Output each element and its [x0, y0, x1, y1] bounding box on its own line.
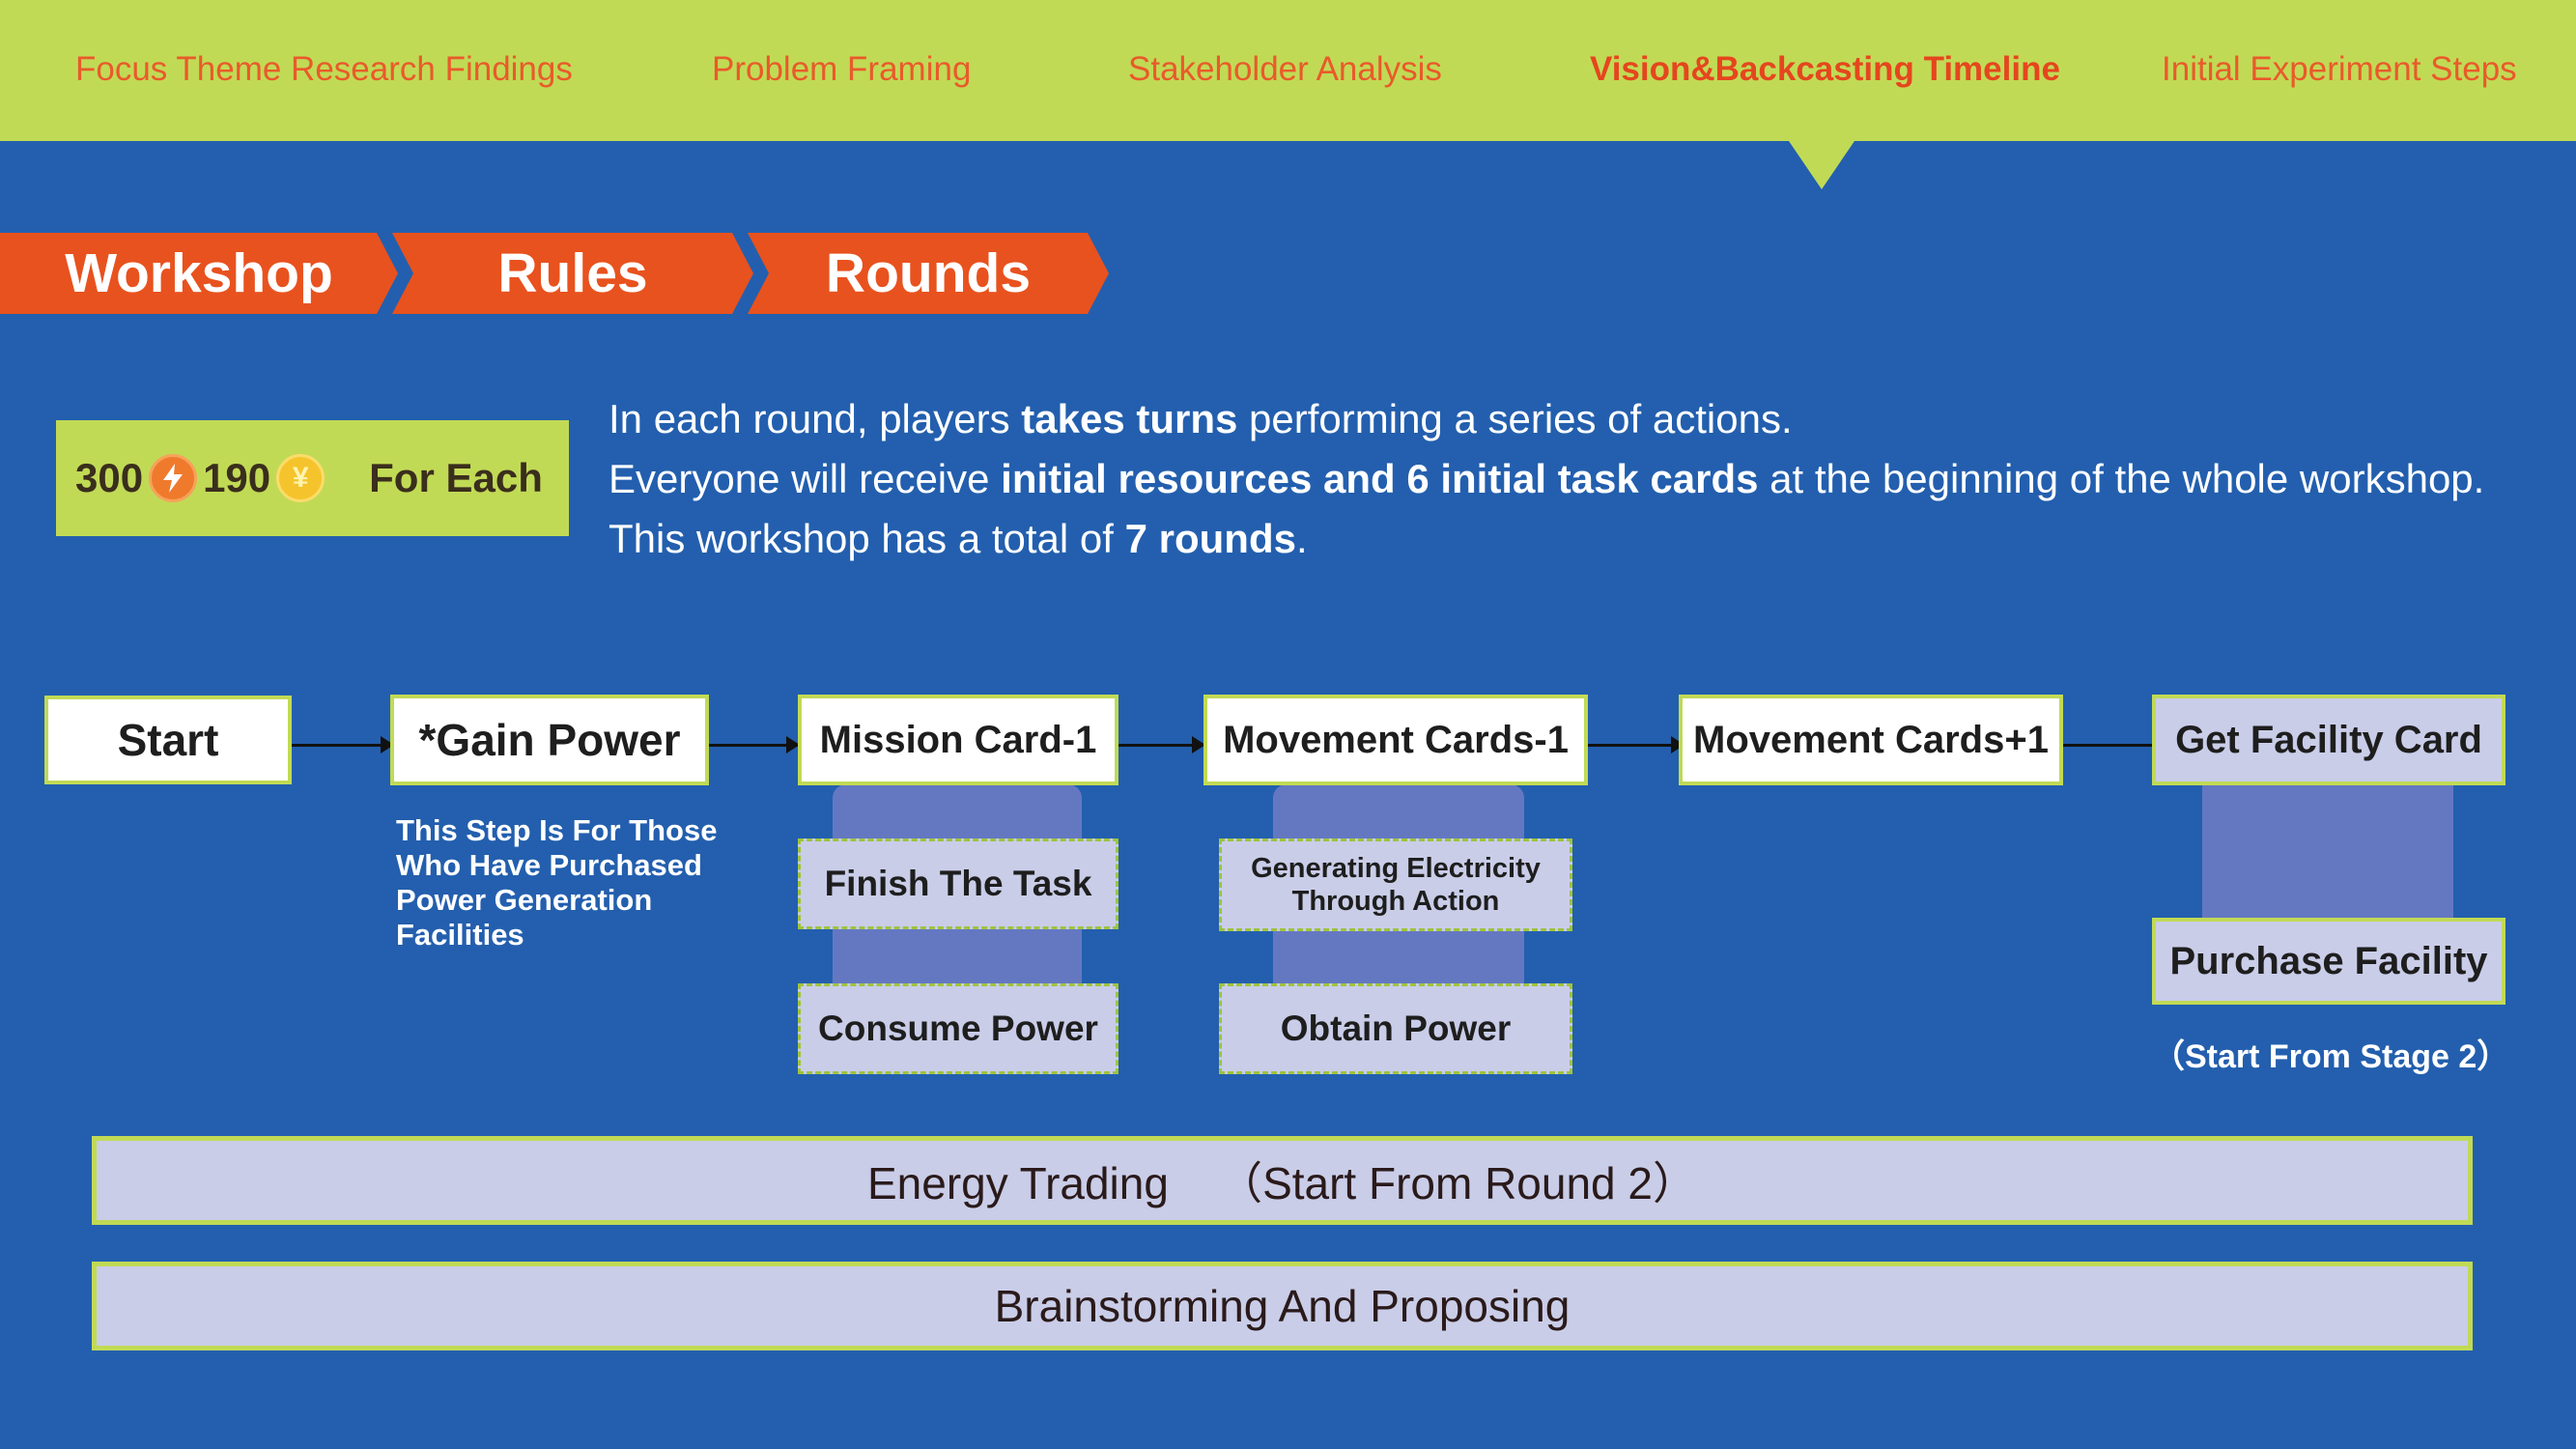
sub-step-obtain-power[interactable]: Obtain Power — [1219, 983, 1572, 1074]
resources-label: For Each — [369, 455, 543, 500]
facility-stage-note: （Start From Stage 2） — [2152, 1038, 2510, 1075]
sub-step-generating-electricity[interactable]: Generating Electricity Through Action — [1219, 838, 1572, 931]
flow-arrow — [1117, 736, 1205, 753]
generating-electricity-line-1: Generating Electricity — [1251, 853, 1541, 884]
nav-tab-problem-framing[interactable]: Problem Framing — [712, 50, 971, 89]
nav-tab-focus-theme[interactable]: Focus Theme Research Findings — [75, 50, 573, 89]
breadcrumb-step-rules[interactable]: Rules — [392, 233, 753, 314]
nav-tab-stakeholder-analysis[interactable]: Stakeholder Analysis — [1128, 50, 1442, 89]
intro-line-3: This workshop has a total of 7 rounds. — [609, 516, 1308, 561]
step-mission-card[interactable]: Mission Card-1 — [798, 695, 1118, 785]
energy-trading-bar[interactable]: Energy Trading （Start From Round 2） — [92, 1136, 2473, 1225]
money-amount: 190 — [203, 455, 271, 500]
intro-line-1: In each round, players takes turns perfo… — [609, 396, 1793, 441]
rounds-description: In each round, players takes turns perfo… — [609, 389, 2484, 569]
generating-electricity-line-2: Through Action — [1291, 886, 1500, 917]
lightning-coin-icon — [149, 454, 198, 502]
sub-step-consume-power[interactable]: Consume Power — [798, 983, 1118, 1074]
brainstorming-bar[interactable]: Brainstorming And Proposing — [92, 1262, 2473, 1350]
sub-step-finish-task[interactable]: Finish The Task — [798, 838, 1118, 929]
step-gain-power[interactable]: *Gain Power — [390, 695, 709, 785]
active-tab-pointer — [1789, 141, 1854, 189]
gain-power-note: This Step Is For Those Who Have Purchase… — [396, 813, 718, 952]
breadcrumb-step-workshop[interactable]: Workshop — [0, 233, 398, 314]
step-movement-cards-minus[interactable]: Movement Cards-1 — [1203, 695, 1588, 785]
sub-step-purchase-facility[interactable]: Purchase Facility — [2152, 918, 2505, 1005]
intro-line-2: Everyone will receive initial resources … — [609, 456, 2485, 501]
nav-tab-initial-experiment[interactable]: Initial Experiment Steps — [2162, 50, 2517, 89]
nav-tab-vision-backcasting[interactable]: Vision&Backcasting Timeline — [1590, 50, 2060, 89]
energy-amount: 300 — [75, 455, 144, 500]
step-movement-cards-plus[interactable]: Movement Cards+1 — [1679, 695, 2063, 785]
breadcrumb-step-rounds[interactable]: Rounds — [748, 233, 1109, 314]
yen-coin-icon: ¥ — [276, 454, 326, 502]
flow-arrow — [1586, 736, 1684, 753]
flow-arrow — [276, 736, 394, 753]
step-get-facility-card[interactable]: Get Facility Card — [2152, 695, 2505, 785]
flow-arrow — [2061, 736, 2166, 753]
step-start[interactable]: Start — [44, 696, 292, 784]
initial-resources-box: 300 190 ¥ For Each — [56, 420, 569, 536]
